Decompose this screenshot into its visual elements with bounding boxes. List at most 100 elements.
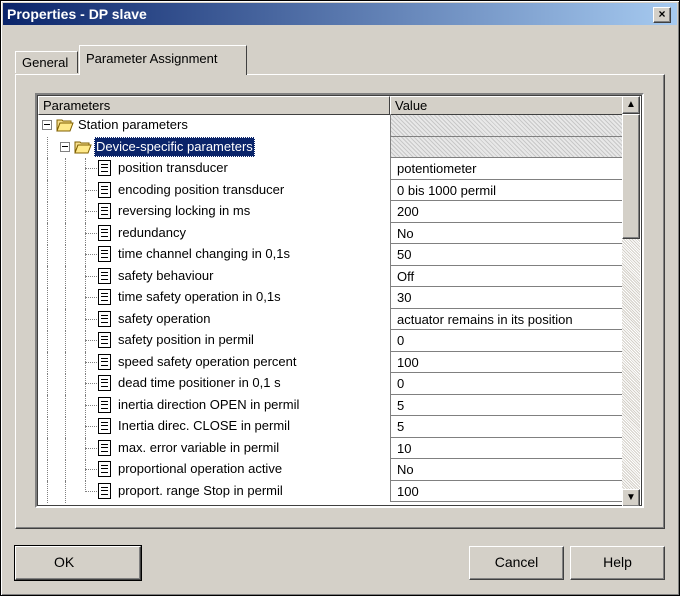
parameter-icon xyxy=(98,418,111,434)
tree-node-station-parameters[interactable]: Station parameters xyxy=(38,115,625,137)
row-value[interactable]: 0 bis 1000 permil xyxy=(390,179,625,201)
row-value[interactable]: No xyxy=(390,222,625,244)
cancel-button[interactable]: Cancel xyxy=(469,546,564,580)
scroll-thumb[interactable] xyxy=(622,114,640,239)
row-value[interactable]: 10 xyxy=(390,437,625,459)
row-value[interactable]: 100 xyxy=(390,480,625,502)
row-name: Inertia direc. CLOSE in permil xyxy=(38,416,390,438)
row-label: position transducer xyxy=(118,160,228,175)
parameter-row[interactable]: proportional operation active No xyxy=(38,459,625,481)
collapse-icon[interactable] xyxy=(60,141,70,152)
title-bar: Properties - DP slave × xyxy=(3,3,677,25)
column-header-value[interactable]: Value xyxy=(390,96,625,115)
parameter-row[interactable]: safety operation actuator remains in its … xyxy=(38,308,625,331)
vertical-scrollbar[interactable]: ▲ ▼ xyxy=(622,96,640,506)
row-value[interactable]: 0 xyxy=(390,330,625,352)
collapse-icon[interactable] xyxy=(42,120,52,130)
parameter-row[interactable]: encoding position transducer 0 bis 1000 p… xyxy=(38,179,625,202)
row-name: position transducer xyxy=(38,158,390,180)
row-label: speed safety operation percent xyxy=(118,353,297,369)
ok-button[interactable]: OK xyxy=(14,545,142,581)
column-header-parameters[interactable]: Parameters xyxy=(38,96,390,115)
parameter-icon xyxy=(98,461,111,477)
row-label: safety operation xyxy=(118,310,211,326)
parameter-icon xyxy=(98,482,111,499)
row-name: reversing locking in ms xyxy=(38,201,390,223)
parameter-icon xyxy=(98,353,111,370)
row-label: Inertia direc. CLOSE in permil xyxy=(118,418,290,433)
row-value[interactable]: 50 xyxy=(390,244,625,266)
help-button[interactable]: Help xyxy=(570,546,665,580)
row-value[interactable]: 30 xyxy=(390,287,625,309)
parameter-row[interactable]: dead time positioner in 0,1 s 0 xyxy=(38,373,625,395)
row-name: Station parameters xyxy=(38,115,390,137)
parameter-row[interactable]: Inertia direc. CLOSE in permil 5 xyxy=(38,416,625,438)
row-label: time safety operation in 0,1s xyxy=(118,289,281,304)
parameter-icon xyxy=(98,246,111,262)
folder-open-icon xyxy=(74,141,92,153)
row-value[interactable]: 200 xyxy=(390,201,625,223)
row-name: encoding position transducer xyxy=(38,179,390,202)
row-label: Device-specific parameters xyxy=(94,136,255,157)
parameter-icon xyxy=(98,181,111,198)
tab-parameter-assignment[interactable]: Parameter Assignment xyxy=(79,45,247,75)
window-title: Properties - DP slave xyxy=(7,6,147,22)
row-label: inertia direction OPEN in permil xyxy=(118,396,300,412)
parameter-row[interactable]: time channel changing in 0,1s 50 xyxy=(38,244,625,266)
row-name: dead time positioner in 0,1 s xyxy=(38,373,390,395)
row-label: Station parameters xyxy=(78,117,188,132)
row-name: safety position in permil xyxy=(38,330,390,352)
row-label: proportional operation active xyxy=(118,461,283,476)
row-value[interactable]: actuator remains in its position xyxy=(390,308,625,330)
close-button[interactable]: × xyxy=(653,7,671,23)
row-value[interactable]: 5 xyxy=(390,416,625,438)
parameter-icon xyxy=(98,289,111,305)
parameter-row[interactable]: speed safety operation percent 100 xyxy=(38,351,625,374)
parameter-row[interactable]: reversing locking in ms 200 xyxy=(38,201,625,223)
properties-dialog: Properties - DP slave × General Paramete… xyxy=(0,0,680,596)
row-name: Device-specific parameters xyxy=(38,136,390,159)
row-value-empty xyxy=(390,136,625,158)
parameter-icon xyxy=(98,267,111,284)
row-label: dead time positioner in 0,1 s xyxy=(118,375,281,390)
list-header: Parameters Value xyxy=(38,96,625,115)
row-name: time channel changing in 0,1s xyxy=(38,244,390,266)
row-value[interactable]: Off xyxy=(390,265,625,287)
list-rows: Station parameters Device-specific param… xyxy=(38,115,625,503)
row-name: safety behaviour xyxy=(38,265,390,288)
row-name: proportional operation active xyxy=(38,459,390,481)
row-label: reversing locking in ms xyxy=(118,203,251,218)
row-label: redundancy xyxy=(118,224,186,240)
parameter-icon xyxy=(98,439,111,456)
row-value[interactable]: 0 xyxy=(390,373,625,395)
arrow-up-icon: ▲ xyxy=(626,99,636,110)
parameter-row[interactable]: time safety operation in 0,1s 30 xyxy=(38,287,625,309)
scroll-up-button[interactable]: ▲ xyxy=(622,96,640,114)
parameter-row[interactable]: max. error variable in permil 10 xyxy=(38,437,625,460)
row-name: safety operation xyxy=(38,308,390,331)
row-label: time channel changing in 0,1s xyxy=(118,246,291,261)
parameter-row[interactable]: redundancy No xyxy=(38,222,625,245)
row-name: redundancy xyxy=(38,222,390,245)
parameter-icon xyxy=(98,396,111,413)
row-value[interactable]: 5 xyxy=(390,394,625,416)
row-value[interactable]: 100 xyxy=(390,351,625,373)
folder-open-icon xyxy=(56,119,74,132)
scroll-down-button[interactable]: ▼ xyxy=(622,489,640,506)
row-name: time safety operation in 0,1s xyxy=(38,287,390,309)
parameter-tree-list[interactable]: Parameters Value Station parameters Devi… xyxy=(35,93,644,508)
row-value-empty xyxy=(390,115,625,137)
parameter-icon xyxy=(98,203,111,219)
parameter-row[interactable]: safety position in permil 0 xyxy=(38,330,625,352)
tree-node-device-specific-parameters[interactable]: Device-specific parameters xyxy=(38,136,625,159)
parameter-row[interactable]: inertia direction OPEN in permil 5 xyxy=(38,394,625,417)
row-name: max. error variable in permil xyxy=(38,437,390,460)
close-icon: × xyxy=(658,7,666,21)
row-label: safety position in permil xyxy=(118,332,254,347)
parameter-row[interactable]: proport. range Stop in permil 100 xyxy=(38,480,625,503)
row-value[interactable]: potentiometer xyxy=(390,158,625,180)
parameter-row[interactable]: safety behaviour Off xyxy=(38,265,625,288)
parameter-row[interactable]: position transducer potentiometer xyxy=(38,158,625,180)
tab-general[interactable]: General xyxy=(15,51,78,73)
row-value[interactable]: No xyxy=(390,459,625,481)
